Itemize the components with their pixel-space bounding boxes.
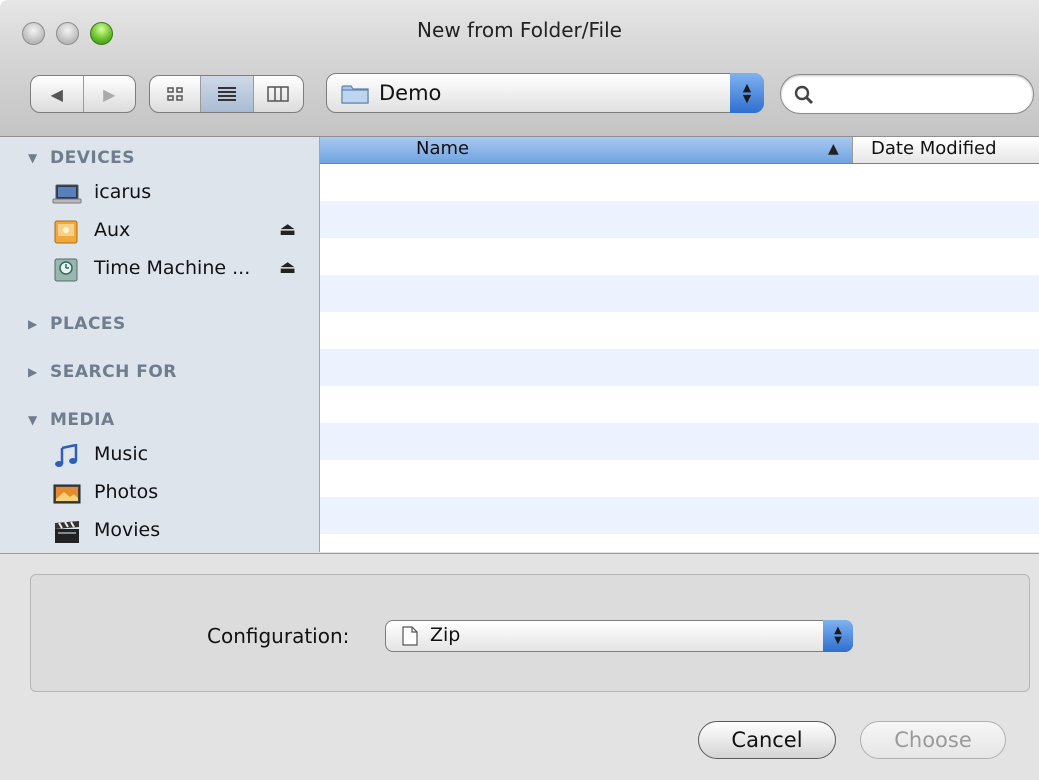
configuration-popup[interactable]: Zip ▲ ▼ <box>385 620 853 652</box>
title-toolbar: New from Folder/File ◀ ▶ Demo ▲ ▼ <box>0 0 1039 137</box>
column-header-date-modified[interactable]: Date Modified <box>852 137 1039 163</box>
external-drive-icon <box>54 220 78 244</box>
disclosure-closed-icon[interactable]: ▶ <box>28 317 37 331</box>
sidebar-item-photos[interactable]: Photos <box>52 479 312 509</box>
time-machine-drive-icon <box>54 258 78 282</box>
icon-view-button[interactable] <box>150 76 202 112</box>
column-view-button[interactable] <box>254 76 303 112</box>
accessory-panel: Configuration: Zip ▲ ▼ <box>30 574 1030 692</box>
eject-icon[interactable]: ⏏ <box>279 219 296 240</box>
movie-clapper-icon <box>55 521 79 543</box>
sidebar-item-label: Time Machine ... <box>94 257 251 279</box>
back-button[interactable]: ◀ <box>31 76 84 112</box>
file-list-rows <box>320 164 1039 552</box>
back-forward-control: ◀ ▶ <box>30 75 136 113</box>
grid-icon <box>167 87 183 101</box>
column-header-name[interactable]: Name <box>416 138 469 159</box>
popup-arrows-icon: ▲ ▼ <box>823 620 853 652</box>
sidebar-item-label: Movies <box>94 519 161 541</box>
laptop-icon <box>52 184 82 204</box>
sidebar-item-music[interactable]: Music <box>52 441 312 471</box>
file-list[interactable]: Name ▲ Date Modified <box>320 137 1039 552</box>
sort-ascending-icon: ▲ <box>828 141 839 157</box>
sidebar-item-label: Photos <box>94 481 159 503</box>
columns-icon <box>267 86 290 102</box>
column-header-label: Date Modified <box>871 138 997 159</box>
disclosure-closed-icon[interactable]: ▶ <box>28 365 37 379</box>
disclosure-open-icon[interactable]: ▼ <box>28 151 37 165</box>
window-title: New from Folder/File <box>417 18 622 42</box>
list-view-button[interactable] <box>201 76 254 112</box>
configuration-value: Zip <box>430 624 461 646</box>
search-icon <box>794 85 814 105</box>
path-label: Demo <box>379 81 442 105</box>
sidebar: ▼ DEVICES icarus Aux ⏏ Time Machine ... … <box>0 137 320 552</box>
left-triangle-icon: ◀ <box>50 84 63 104</box>
sidebar-item-aux[interactable]: Aux ⏏ <box>52 217 312 247</box>
section-places: PLACES <box>50 314 126 334</box>
right-triangle-icon: ▶ <box>103 84 116 104</box>
list-icon <box>217 87 236 101</box>
view-mode-control <box>149 75 304 113</box>
photos-icon <box>53 484 81 504</box>
popup-arrows-icon: ▲ ▼ <box>730 73 764 113</box>
open-dialog-window: New from Folder/File ◀ ▶ Demo ▲ ▼ ▼ DEVI… <box>0 0 1039 780</box>
sidebar-item-time-machine[interactable]: Time Machine ... ⏏ <box>52 255 312 285</box>
folder-icon <box>341 85 369 104</box>
section-media: MEDIA <box>50 410 115 430</box>
forward-button[interactable]: ▶ <box>84 76 136 112</box>
path-popup[interactable]: Demo ▲ ▼ <box>326 73 764 113</box>
section-devices: DEVICES <box>50 148 136 168</box>
cancel-button[interactable]: Cancel <box>698 721 836 759</box>
configuration-label: Configuration: <box>207 624 350 648</box>
sidebar-item-movies[interactable]: Movies <box>52 517 312 547</box>
sidebar-item-label: Aux <box>94 219 131 241</box>
choose-button[interactable]: Choose <box>860 721 1006 759</box>
section-search-for: SEARCH FOR <box>50 362 177 382</box>
search-field[interactable] <box>780 74 1034 114</box>
music-note-icon <box>55 444 78 467</box>
dialog-footer: Configuration: Zip ▲ ▼ Cancel Choose <box>0 553 1039 780</box>
sidebar-item-label: icarus <box>94 181 152 203</box>
sidebar-item-label: Music <box>94 443 149 465</box>
sidebar-item-icarus[interactable]: icarus <box>52 179 312 209</box>
document-icon <box>402 626 418 646</box>
disclosure-open-icon[interactable]: ▼ <box>28 413 37 427</box>
column-header-row: Name ▲ Date Modified <box>320 137 1039 164</box>
eject-icon[interactable]: ⏏ <box>279 257 296 278</box>
